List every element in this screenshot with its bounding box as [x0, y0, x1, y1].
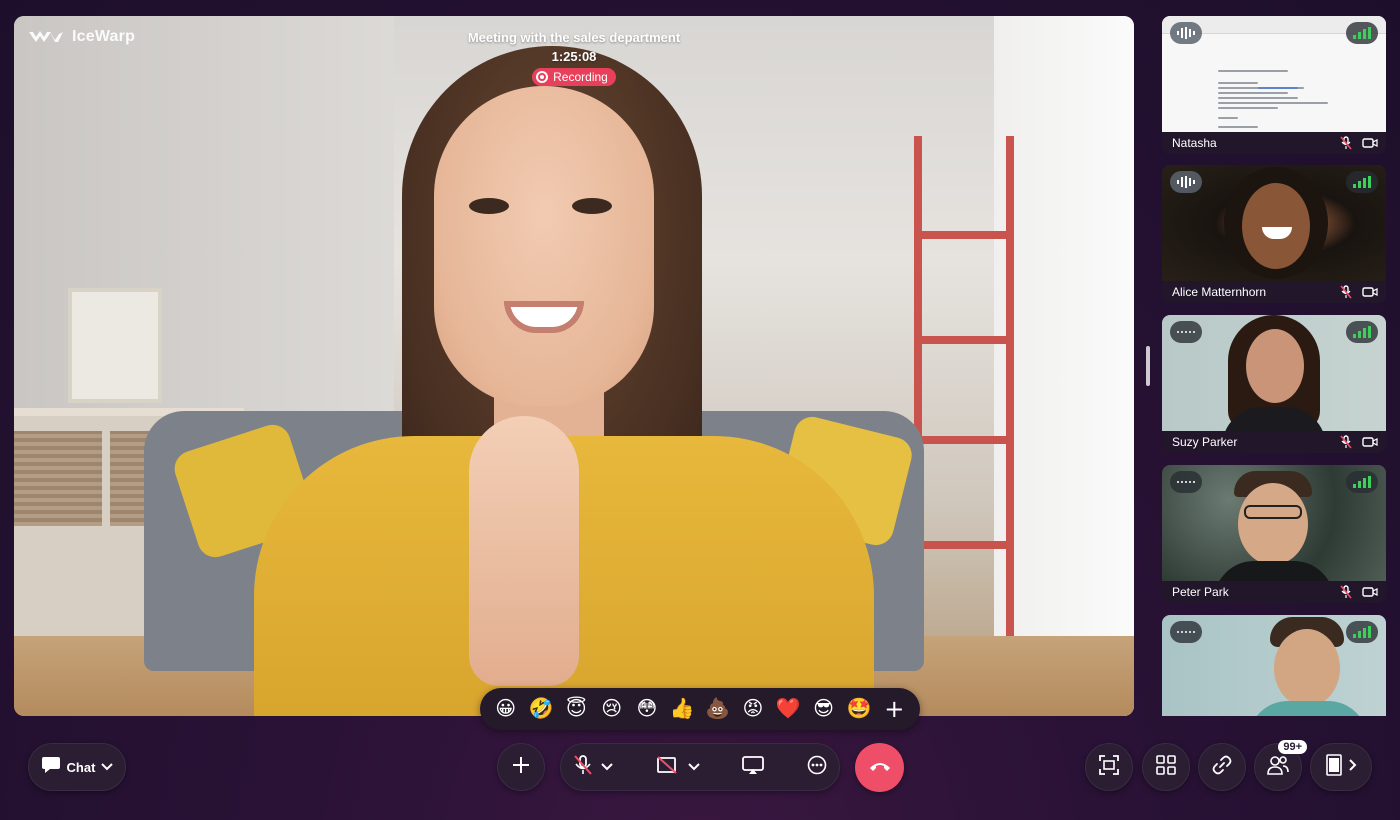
- chat-bubble-icon: [41, 756, 61, 779]
- speaking-wave-icon: [1170, 22, 1202, 44]
- participant-video: [1162, 615, 1386, 716]
- reaction-angry[interactable]: 😡: [739, 699, 767, 719]
- silent-indicator-icon: [1170, 471, 1202, 493]
- mic-control: [573, 754, 613, 781]
- signal-bars-icon: [1346, 471, 1378, 493]
- fullscreen-button[interactable]: [1085, 743, 1133, 791]
- mic-off-icon: [1338, 435, 1354, 449]
- layout-grid-button[interactable]: [1142, 743, 1190, 791]
- meeting-header: Meeting with the sales department 1:25:0…: [14, 30, 1134, 88]
- video-window-light: [994, 16, 1134, 716]
- screen-share-icon[interactable]: [742, 755, 765, 780]
- more-reactions-plus-icon[interactable]: +: [880, 697, 908, 721]
- participant-video: [1162, 315, 1386, 431]
- hang-up-icon: [868, 759, 892, 777]
- chat-button-label: Chat: [66, 759, 96, 775]
- mic-off-icon: [1338, 136, 1354, 150]
- chevron-right-icon: [1349, 758, 1357, 776]
- plus-icon: [511, 755, 531, 780]
- sidebar-toggle-button[interactable]: [1310, 743, 1372, 791]
- reactions-bar: 😀 🤣 😇 😢 😳 👍 💩 😡 ❤️ 😎 🤩 +: [480, 688, 920, 730]
- recording-label: Recording: [553, 70, 608, 84]
- signal-bars-icon: [1346, 621, 1378, 643]
- camera-icon: [1362, 585, 1378, 599]
- reaction-grinning[interactable]: 😀: [492, 699, 520, 719]
- camera-icon: [1362, 136, 1378, 150]
- participants-count-badge: 99+: [1278, 740, 1307, 754]
- meeting-title: Meeting with the sales department: [467, 30, 681, 45]
- silent-indicator-icon: [1170, 621, 1202, 643]
- meeting-timer: 1:25:08: [551, 49, 597, 64]
- reaction-star-struck[interactable]: 🤩: [845, 699, 873, 719]
- reaction-rofl[interactable]: 🤣: [527, 699, 555, 719]
- participant-name: Peter Park: [1172, 585, 1229, 599]
- participant-name-bar: Suzy Parker: [1162, 431, 1386, 453]
- copy-link-button[interactable]: [1198, 743, 1246, 791]
- participant-tile[interactable]: [1162, 615, 1386, 716]
- participant-tile[interactable]: Alice Matternhorn: [1162, 165, 1386, 303]
- participant-name: Alice Matternhorn: [1172, 285, 1267, 299]
- grid-icon: [1156, 754, 1176, 780]
- record-icon: [536, 71, 549, 83]
- participant-name: Natasha: [1172, 136, 1217, 150]
- video-picture-frame: [68, 288, 162, 403]
- main-video-stage[interactable]: IceWarp Meeting with the sales departmen…: [14, 16, 1134, 716]
- reaction-poop[interactable]: 💩: [704, 699, 732, 719]
- mic-off-icon: [1338, 585, 1354, 599]
- video-basket: [14, 431, 102, 526]
- camera-control: [656, 755, 700, 780]
- speaker-eye: [572, 198, 612, 214]
- participant-name-bar: Natasha: [1162, 132, 1386, 154]
- participant-tile[interactable]: Peter Park: [1162, 465, 1386, 603]
- participant-tile[interactable]: Natasha: [1162, 16, 1386, 154]
- mic-off-icon: [1338, 285, 1354, 299]
- camera-off-icon[interactable]: [656, 755, 680, 780]
- signal-bars-icon: [1346, 171, 1378, 193]
- video-ladder-shelf: [914, 136, 1014, 636]
- participant-video: [1162, 16, 1386, 132]
- chat-button[interactable]: Chat: [28, 743, 126, 791]
- reaction-thumbs-up[interactable]: 👍: [668, 699, 696, 719]
- sidebar-resize-handle[interactable]: [1146, 346, 1150, 386]
- camera-icon: [1362, 285, 1378, 299]
- signal-bars-icon: [1346, 22, 1378, 44]
- sidebar-icon: [1325, 753, 1343, 781]
- speaker-eye: [469, 198, 509, 214]
- participant-name: Suzy Parker: [1172, 435, 1238, 449]
- reaction-sunglasses[interactable]: 😎: [810, 699, 838, 719]
- more-icon[interactable]: [807, 755, 827, 780]
- link-icon: [1212, 755, 1232, 780]
- reaction-flushed[interactable]: 😳: [633, 699, 661, 719]
- media-controls: [560, 743, 840, 791]
- camera-options-chevron-down-icon[interactable]: [687, 758, 700, 776]
- participant-video: [1162, 465, 1386, 581]
- speaking-wave-icon: [1170, 171, 1202, 193]
- reaction-heart[interactable]: ❤️: [774, 699, 802, 719]
- mic-off-icon[interactable]: [573, 754, 593, 781]
- add-button[interactable]: [497, 743, 545, 791]
- camera-icon: [1362, 435, 1378, 449]
- participant-name-bar: Alice Matternhorn: [1162, 281, 1386, 303]
- participants-panel: Natasha Alice Matternhorn Suzy Parker Pe…: [1162, 16, 1386, 716]
- reaction-halo[interactable]: 😇: [562, 699, 590, 719]
- chevron-down-icon: [101, 758, 114, 776]
- speaker-hands: [469, 416, 579, 686]
- recording-badge: Recording: [532, 68, 616, 86]
- mic-options-chevron-down-icon[interactable]: [601, 758, 613, 776]
- fullscreen-icon: [1099, 754, 1119, 780]
- signal-bars-icon: [1346, 321, 1378, 343]
- participants-button[interactable]: 99+: [1254, 740, 1307, 791]
- hang-up-button[interactable]: [855, 743, 904, 792]
- participant-tile[interactable]: Suzy Parker: [1162, 315, 1386, 453]
- silent-indicator-icon: [1170, 321, 1202, 343]
- participant-name-bar: Peter Park: [1162, 581, 1386, 603]
- participants-icon: [1267, 755, 1289, 780]
- participant-video: [1162, 165, 1386, 281]
- speaker-face: [434, 86, 654, 406]
- reaction-cry[interactable]: 😢: [598, 699, 626, 719]
